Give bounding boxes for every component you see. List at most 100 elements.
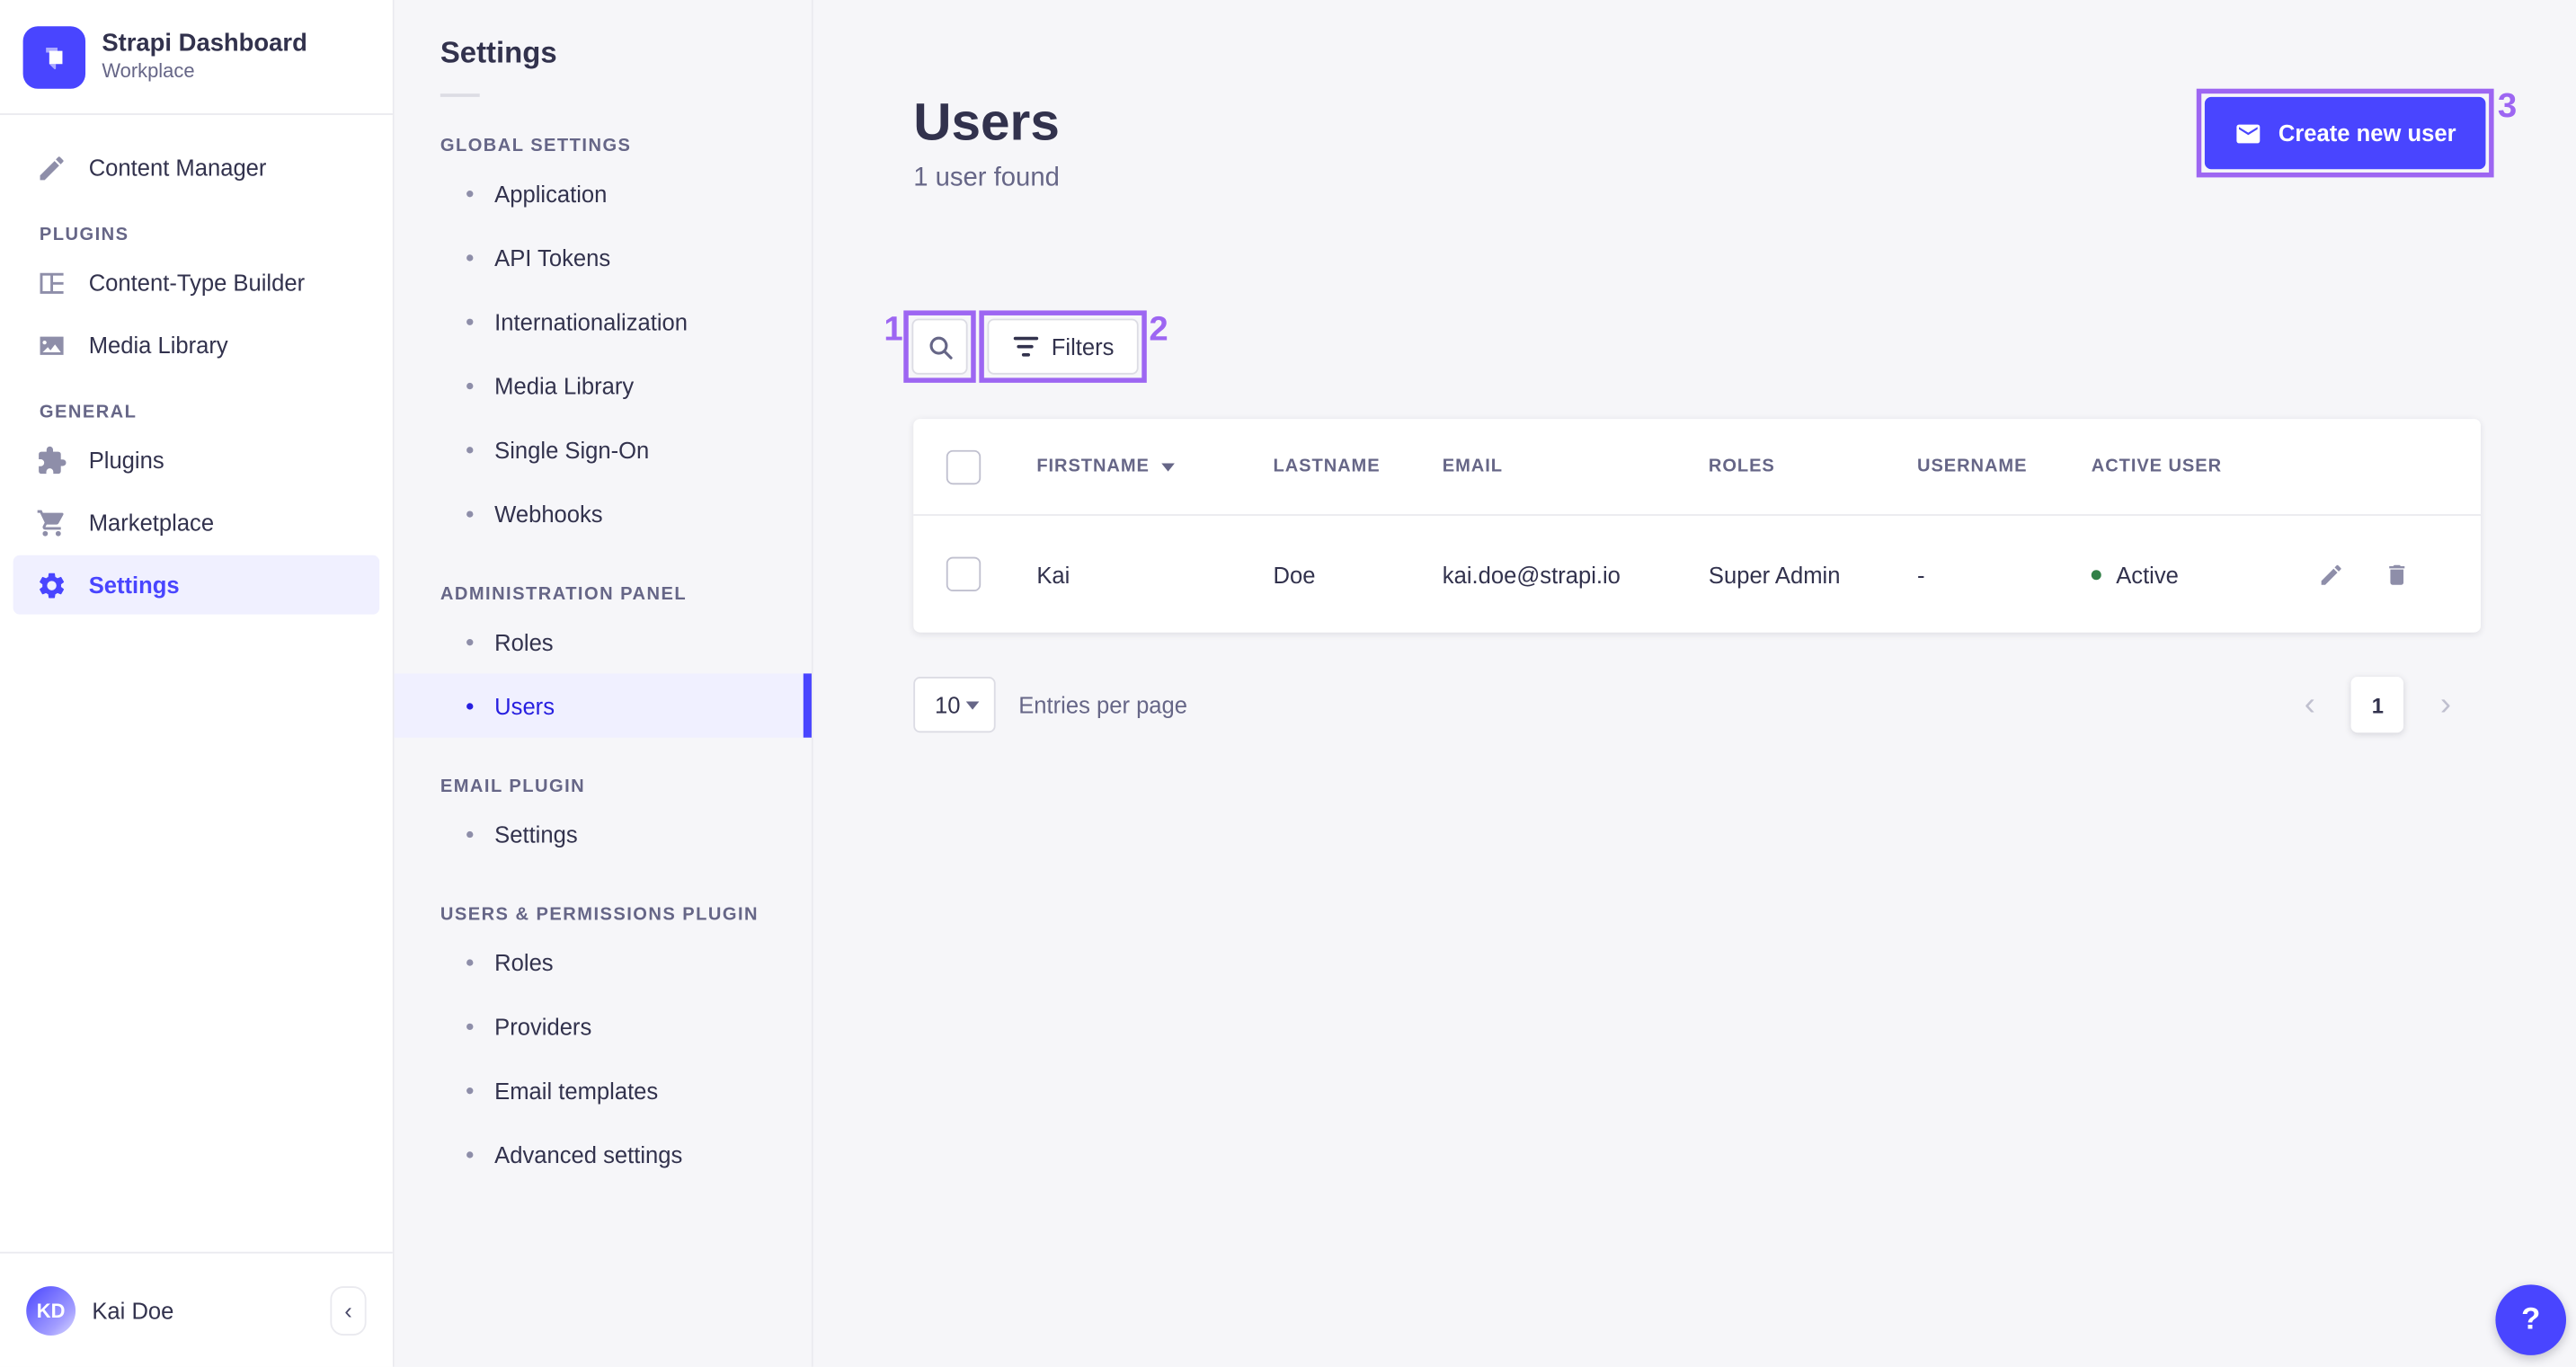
annotation-label-1: 1 [884,310,903,349]
nav-section-general: GENERAL [39,402,138,422]
users-table: FIRSTNAME LASTNAME EMAIL ROLES USERNAME … [913,419,2481,633]
image-icon [36,329,67,360]
subnav-item-internationalization[interactable]: Internationalization [395,289,812,353]
nav-item-media-library[interactable]: Media Library [13,315,380,375]
filters-label: Filters [1051,333,1115,360]
app-title: Strapi Dashboard [102,29,307,58]
column-label: ACTIVE USER [2091,457,2223,477]
subnav-section-email-plugin: EMAIL PLUGIN [440,777,586,797]
main-sidebar: Strapi Dashboard Workplace Content Manag… [0,0,395,1367]
create-new-user-button[interactable]: Create new user [2204,96,2486,170]
subnav-section-users-permissions-plugin: USERS & PERMISSIONS PLUGIN [440,905,759,926]
filters-button[interactable]: Filters [987,318,1139,375]
table-row[interactable]: Kai Doe kai.doe@strapi.io Super Admin - … [913,514,2481,633]
subnav-item-label: Providers [494,1012,592,1040]
select-all-checkbox[interactable] [946,448,982,484]
bullet-icon [466,190,474,197]
bullet-icon [466,958,474,965]
mail-icon [2234,120,2261,147]
nav-item-marketplace[interactable]: Marketplace [13,493,380,552]
subnav-item-advanced-settings[interactable]: Advanced settings [395,1122,812,1185]
chevron-left-icon: ‹ [2304,687,2315,723]
subnav-item-label: Media Library [494,371,635,399]
bullet-icon [466,638,474,645]
bullet-icon [466,253,474,261]
pager: ‹ 1 › [2295,677,2481,733]
subnav-item-label: API Tokens [494,244,611,271]
subnav-item-email-settings[interactable]: Settings [395,802,812,865]
bullet-icon [466,317,474,324]
column-label: FIRSTNAME [1036,457,1150,477]
page-size-value: 10 [935,691,961,718]
nav-item-plugins[interactable]: Plugins [13,431,380,490]
create-new-user-label: Create new user [2278,120,2456,146]
page-1-button[interactable]: 1 [2351,677,2404,733]
trash-icon [2384,561,2410,587]
subnav-item-label: Email templates [494,1077,659,1104]
subnav-item-single-sign-on[interactable]: Single Sign-On [395,417,812,481]
nav-item-label: Marketplace [88,509,215,536]
bullet-icon [466,830,474,838]
column-header-active-user[interactable]: ACTIVE USER [2092,457,2305,476]
user-name: Kai Doe [92,1297,174,1324]
sidebar-footer: KD Kai Doe ‹ [0,1251,393,1367]
nav-item-label: Content-Type Builder [88,269,306,297]
column-label: ROLES [1708,457,1775,477]
subnav-item-api-tokens[interactable]: API Tokens [395,225,812,288]
users-page: Users 1 user found 3 Create new user 1 2… [813,0,2576,1367]
subnav-item-webhooks[interactable]: Webhooks [395,482,812,546]
page-size-select[interactable]: 10 [913,677,996,733]
search-icon [926,333,954,360]
subnav-title: Settings [440,36,557,69]
previous-page-button[interactable]: ‹ [2295,687,2325,723]
subnav-item-email-templates[interactable]: Email templates [395,1058,812,1122]
chevron-right-icon: › [2439,687,2452,723]
column-header-lastname[interactable]: LASTNAME [1274,457,1443,476]
shopping-cart-icon [36,507,67,538]
search-button[interactable] [911,318,968,375]
edit-user-button[interactable] [2318,561,2344,587]
column-header-firstname[interactable]: FIRSTNAME [1036,457,1273,476]
nav-item-content-manager[interactable]: Content Manager [13,138,380,198]
subnav-item-label: Application [494,180,608,207]
subnav-item-roles[interactable]: Roles [395,609,812,673]
column-header-roles[interactable]: ROLES [1709,457,1917,476]
cell-lastname: Doe [1273,561,1316,588]
nav-item-content-type-builder[interactable]: Content-Type Builder [13,253,380,312]
nav-item-settings[interactable]: Settings [13,555,380,615]
cell-active-user: Active [2091,561,2305,587]
strapi-logo-icon [22,25,86,88]
collapse-sidebar-button[interactable]: ‹ [330,1285,367,1336]
user-avatar[interactable]: KD [26,1285,76,1336]
subnav-item-users[interactable]: Users [394,673,812,738]
next-page-button[interactable]: › [2430,687,2461,723]
settings-subnav: Settings GLOBAL SETTINGS Application API… [394,0,813,1367]
entries-per-page-label: Entries per page [1018,691,1188,718]
subnav-item-up-roles[interactable]: Roles [395,930,812,994]
workspace-header[interactable]: Strapi Dashboard Workplace [0,0,393,115]
delete-user-button[interactable] [2384,561,2410,587]
page-title: Users [913,92,1060,152]
column-header-email[interactable]: EMAIL [1443,457,1709,476]
annotation-box-1: 1 [884,310,976,383]
subnav-item-application[interactable]: Application [395,161,812,225]
cell-username: - [1917,561,1925,588]
table-header-row: FIRSTNAME LASTNAME EMAIL ROLES USERNAME … [913,419,2481,514]
subnav-divider [440,93,480,97]
bullet-icon [466,1087,474,1094]
annotation-box-2: 2 Filters [979,310,1168,383]
subnav-section-administration-panel: ADMINISTRATION PANEL [440,584,688,605]
chevron-left-icon: ‹ [344,1297,352,1324]
pagination-bar: 10 Entries per page ‹ 1 › [913,677,2481,733]
subnav-item-providers[interactable]: Providers [395,994,812,1058]
bullet-icon [466,446,474,453]
column-header-username[interactable]: USERNAME [1917,457,2092,476]
nav-item-label: Plugins [88,447,164,474]
help-button[interactable]: ? [2495,1284,2567,1355]
sort-desc-icon[interactable] [1160,462,1175,471]
subnav-item-media-library[interactable]: Media Library [395,353,812,417]
bullet-icon [466,702,474,709]
row-checkbox[interactable] [946,556,982,592]
gear-icon [36,569,67,600]
nav-section-plugins: PLUGINS [39,225,129,245]
